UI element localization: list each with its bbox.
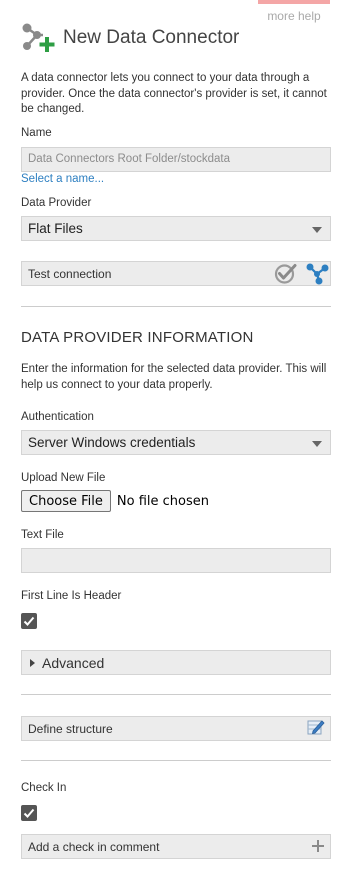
provider-info-description: Enter the information for the selected d… — [21, 363, 327, 391]
test-connection-label: Test connection — [28, 267, 112, 281]
edit-structure-icon[interactable] — [307, 718, 325, 741]
section-divider — [21, 306, 331, 307]
more-help-link[interactable]: more help — [258, 9, 330, 23]
check-in-comment-label: Add a check in comment — [28, 840, 160, 854]
data-provider-select[interactable]: Flat Files — [21, 216, 331, 241]
define-structure-bar[interactable]: Define structure — [21, 716, 331, 741]
advanced-toggle[interactable]: Advanced — [21, 650, 331, 675]
check-in-label: Check In — [21, 782, 67, 794]
select-name-link[interactable]: Select a name... — [21, 173, 104, 185]
text-file-label: Text File — [21, 529, 64, 541]
checkmark-icon — [23, 616, 35, 626]
upload-label: Upload New File — [21, 472, 106, 484]
connector-description: A data connector lets you connect to you… — [21, 72, 327, 115]
data-provider-label: Data Provider — [21, 197, 92, 209]
more-help-accent — [258, 0, 330, 4]
provider-info-title: DATA PROVIDER INFORMATION — [21, 329, 254, 346]
page-title: New Data Connector — [63, 27, 240, 48]
chevron-down-icon — [312, 227, 322, 233]
choose-file-button[interactable]: Choose File — [21, 490, 111, 512]
file-status: No file chosen — [116, 493, 209, 509]
check-in-checkbox[interactable] — [21, 805, 37, 821]
first-line-header-label: First Line Is Header — [21, 590, 122, 602]
file-upload-control: Choose File No file chosen — [21, 490, 209, 512]
plus-icon[interactable] — [311, 839, 325, 858]
name-label: Name — [21, 127, 52, 139]
name-field[interactable]: Data Connectors Root Folder/stockdata — [21, 147, 331, 172]
section-divider — [21, 694, 331, 695]
connection-nodes-icon[interactable] — [306, 263, 330, 290]
chevron-down-icon — [312, 441, 322, 447]
data-provider-value: Flat Files — [28, 221, 83, 236]
first-line-header-checkbox[interactable] — [21, 613, 37, 629]
check-circle-icon[interactable] — [274, 263, 298, 289]
authentication-value: Server Windows credentials — [28, 435, 196, 450]
data-connector-add-icon — [21, 22, 59, 54]
authentication-label: Authentication — [21, 411, 94, 423]
panel-header: New Data Connector — [21, 22, 239, 54]
section-divider — [21, 760, 331, 761]
authentication-select[interactable]: Server Windows credentials — [21, 430, 331, 455]
chevron-right-icon — [30, 658, 35, 667]
define-structure-label: Define structure — [28, 722, 113, 736]
text-file-field[interactable] — [21, 548, 331, 573]
check-in-comment-bar[interactable]: Add a check in comment — [21, 834, 331, 859]
advanced-label: Advanced — [42, 654, 105, 671]
checkmark-icon — [23, 808, 35, 818]
